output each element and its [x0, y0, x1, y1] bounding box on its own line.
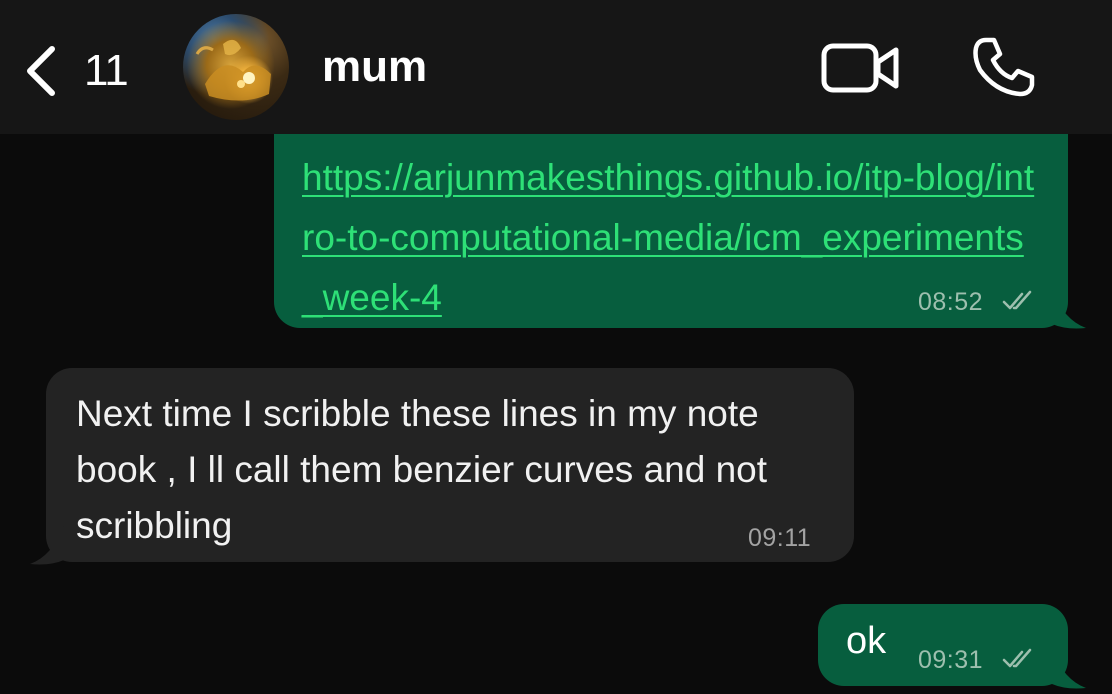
chevron-left-icon: [27, 46, 55, 96]
contact-name[interactable]: mum: [322, 42, 427, 92]
message-text: Next time I scribble these lines in my n…: [76, 393, 768, 546]
message-timestamp: 09:31: [918, 646, 984, 674]
phone-icon: [973, 37, 1035, 97]
video-call-button[interactable]: [820, 40, 902, 96]
voice-call-button[interactable]: [970, 34, 1036, 100]
avatar[interactable]: [183, 14, 289, 120]
video-camera-icon: [821, 43, 899, 93]
message-timestamp: 08:52: [918, 288, 984, 316]
message-timestamp: 09:11: [748, 524, 812, 552]
chat-header: 11 mum: [0, 0, 1112, 134]
bubble-tail: [1052, 650, 1086, 689]
avatar-photo: [195, 39, 271, 101]
bubble-tail: [30, 526, 64, 565]
unread-count: 11: [84, 46, 129, 95]
back-button[interactable]: 11: [22, 40, 152, 102]
bubble-tail: [1052, 290, 1086, 329]
message-text: ok: [846, 620, 887, 662]
double-check-icon: [1002, 290, 1032, 310]
double-check-icon: [1002, 648, 1032, 668]
